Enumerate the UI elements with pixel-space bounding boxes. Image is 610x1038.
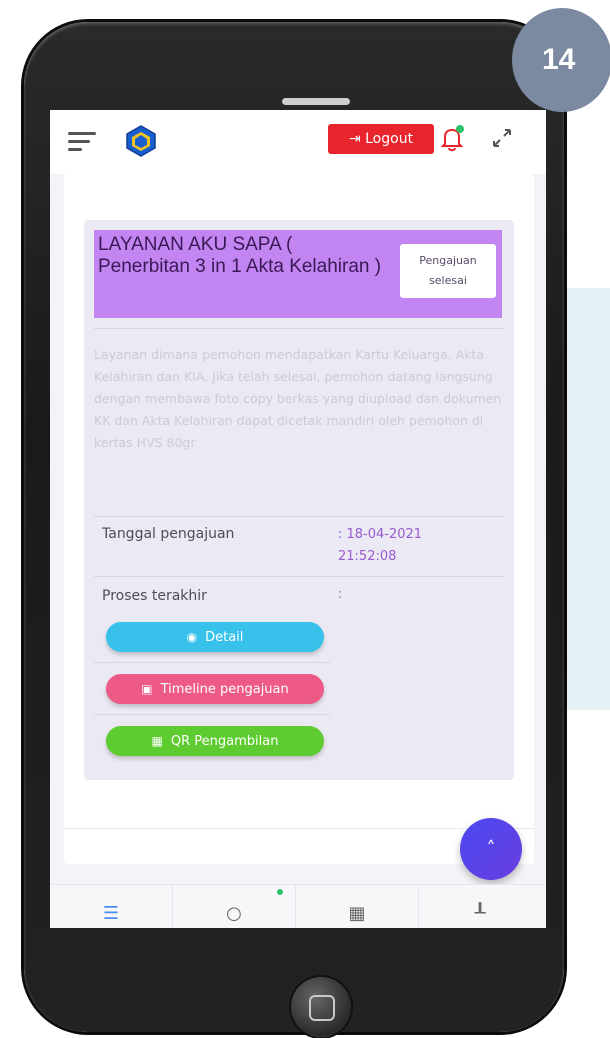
qr-button[interactable]: ▦ QR Pengambilan [106, 726, 324, 756]
phone-speaker [282, 98, 350, 105]
nav-item-grid[interactable]: ▦ [296, 885, 419, 928]
home-button[interactable] [291, 977, 351, 1037]
chevron-up-icon: ˄ [486, 838, 496, 859]
divider [94, 576, 504, 577]
service-description: Layanan dimana pemohon mendapatkan Kartu… [94, 347, 502, 450]
date-value: : 18-04-2021 21:52:08 [338, 524, 422, 568]
timeline-label: Timeline pengajuan [160, 682, 289, 697]
timeline-button[interactable]: ▣ Timeline pengajuan [106, 674, 324, 704]
status-badge: Pengajuan selesai [400, 244, 496, 298]
notification-dot [277, 889, 283, 895]
date-label: Tanggal pengajuan [102, 526, 235, 542]
eye-icon: ◉ [186, 630, 198, 644]
date-value-1: : 18-04-2021 [338, 527, 423, 542]
scroll-top-button[interactable]: ˄ [460, 818, 522, 880]
divider [94, 516, 504, 517]
app-screen: ⇥ Logout LAYANAN AKU SAPA ( Penerbitan 3… [50, 110, 546, 928]
fullscreen-icon[interactable] [490, 126, 514, 150]
side-panel [560, 288, 610, 710]
nav-item-stats[interactable]: ┸ [419, 885, 541, 928]
status-line-2: selesai [429, 274, 467, 287]
detail-label: Detail [205, 630, 244, 645]
process-value: : [338, 587, 343, 602]
logout-arrow-icon: ⇥ [348, 131, 366, 147]
nav-item-search[interactable]: ○ [173, 885, 296, 928]
service-header: LAYANAN AKU SAPA ( Penerbitan 3 in 1 Akt… [94, 230, 502, 318]
status-line-1: Pengajuan [419, 254, 477, 267]
calendar-icon: ▣ [141, 682, 153, 696]
service-title: LAYANAN AKU SAPA ( Penerbitan 3 in 1 Akt… [98, 234, 382, 277]
grid-icon: ▦ [348, 903, 366, 924]
content-card: LAYANAN AKU SAPA ( Penerbitan 3 in 1 Akt… [64, 174, 534, 864]
logout-button[interactable]: ⇥ Logout [328, 124, 434, 154]
list-icon: ☰ [102, 903, 120, 924]
qr-label: QR Pengambilan [170, 734, 279, 749]
divider [64, 828, 534, 829]
service-card: LAYANAN AKU SAPA ( Penerbitan 3 in 1 Akt… [84, 220, 514, 780]
top-bar: ⇥ Logout [50, 110, 546, 174]
chart-icon: ┸ [474, 903, 486, 924]
divider [94, 714, 330, 715]
notification-bell-icon[interactable] [438, 124, 466, 154]
date-value-2: 21:52:08 [338, 549, 397, 564]
detail-button[interactable]: ◉ Detail [106, 622, 324, 652]
divider [94, 662, 330, 663]
process-label: Proses terakhir [102, 588, 207, 604]
home-button-icon [309, 995, 335, 1021]
search-icon: ○ [226, 903, 242, 924]
app-logo [126, 125, 156, 157]
nav-item-list[interactable]: ☰ [50, 885, 173, 928]
qr-code-icon: ▦ [151, 734, 163, 748]
logout-label: Logout [365, 131, 414, 147]
hamburger-menu-icon[interactable] [68, 132, 96, 152]
bottom-nav: ☰ ○ ▦ ┸ [50, 884, 546, 928]
step-badge: 14 [512, 8, 610, 112]
divider [94, 328, 504, 329]
